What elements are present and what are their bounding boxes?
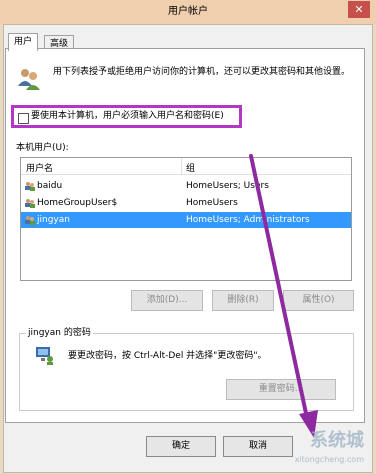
watermark-url: xitongcheng.com	[294, 455, 364, 464]
watermark-text: 系统城	[310, 430, 364, 451]
watermark: 系统城 xitongcheng.com	[232, 430, 372, 470]
tab-users[interactable]: 用户	[8, 33, 39, 51]
annotation-arrow	[249, 154, 318, 438]
